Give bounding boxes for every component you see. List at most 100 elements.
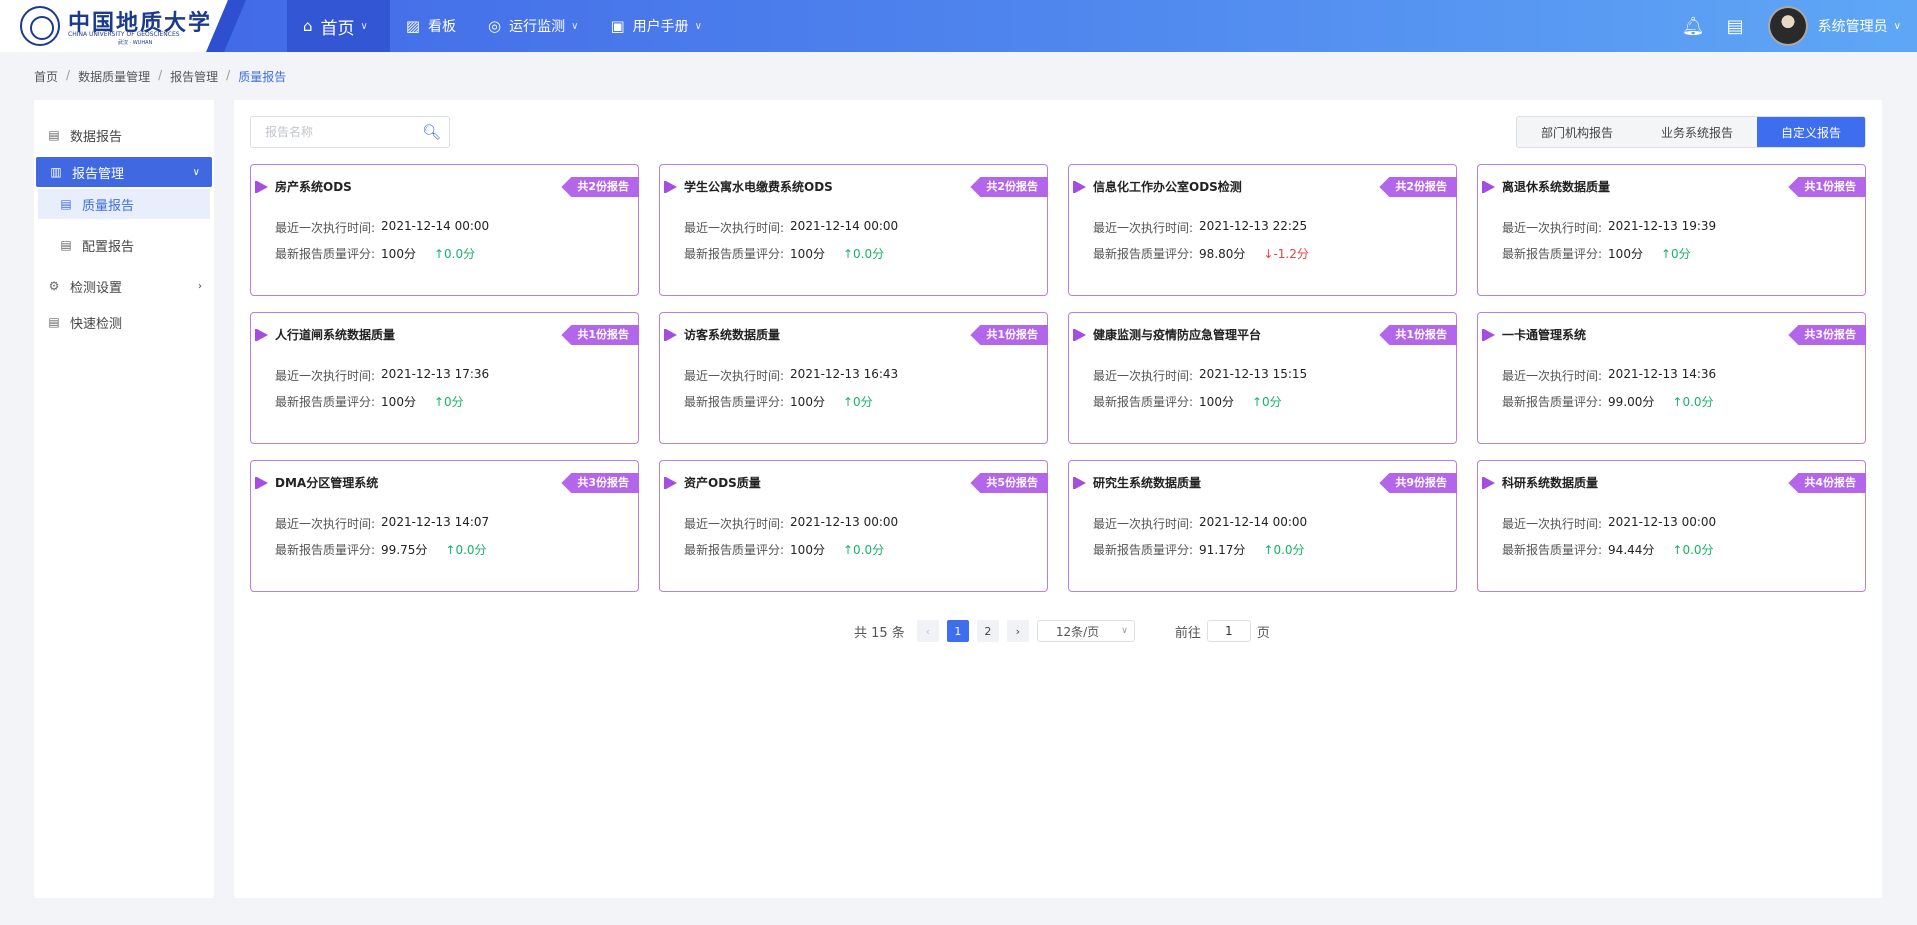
report-card[interactable]: 房产系统ODS 共2份报告 最近一次执行时间: 2021-12-14 00:00 最新报… bbox=[250, 164, 639, 296]
flag-icon bbox=[1073, 329, 1086, 341]
chevron-down-icon[interactable]: ∨ bbox=[1894, 21, 1901, 32]
tab-department-report[interactable]: 部门机构报告 bbox=[1516, 117, 1637, 147]
exec-time-value: 2021-12-14 00:00 bbox=[1199, 515, 1308, 529]
report-card[interactable]: 一卡通管理系统 共3份报告 最近一次执行时间: 2021-12-13 14:36 最新报… bbox=[1477, 312, 1866, 444]
score-row: 最新报告质量评分: 100分 ↑0.0分 bbox=[684, 245, 884, 262]
sidebar-item-label: 数据报告 bbox=[70, 129, 123, 145]
flag-icon bbox=[1073, 181, 1086, 193]
score-label: 最新报告质量评分: bbox=[684, 395, 785, 409]
tab-custom-report[interactable]: 自定义报告 bbox=[1756, 117, 1865, 147]
home-icon: ⌂ bbox=[303, 17, 313, 35]
score-label: 最新报告质量评分: bbox=[1093, 247, 1194, 261]
score-row: 最新报告质量评分: 100分 ↑0分 bbox=[1502, 245, 1691, 262]
score-label: 最新报告质量评分: bbox=[1093, 395, 1194, 409]
report-card-title: 一卡通管理系统 bbox=[1502, 328, 1587, 342]
report-card-title: 健康监测与疫情防应急管理平台 bbox=[1093, 328, 1262, 342]
score-label: 最新报告质量评分: bbox=[1093, 543, 1194, 557]
breadcrumb-home[interactable]: 首页 bbox=[34, 68, 58, 85]
exec-time-row: 最近一次执行时间: 2021-12-13 19:39 bbox=[1502, 219, 1716, 236]
nav-home[interactable]: ⌂ 首页 ∨ bbox=[287, 0, 390, 52]
sidebar-item-label: 快速检测 bbox=[70, 316, 123, 332]
score-row: 最新报告质量评分: 98.80分 ↓-1.2分 bbox=[1093, 245, 1309, 262]
report-count-badge: 共1份报告 bbox=[561, 325, 639, 345]
university-logo[interactable]: 中国地质大学 CHINA UNIVERSITY OF GEOSCIENCES 武… bbox=[0, 0, 228, 52]
report-card[interactable]: 学生公寓水电缴费系统ODS 共2份报告 最近一次执行时间: 2021-12-14 00… bbox=[659, 164, 1048, 296]
sidebar-item-quick-detection[interactable]: ▤ 快速检测 bbox=[34, 307, 214, 337]
arrow-up-icon: ↑ bbox=[433, 395, 445, 409]
score-change-value: 0分 bbox=[853, 395, 873, 409]
score-change: ↑0.0分 bbox=[445, 541, 486, 558]
sidebar-item-config-report[interactable]: ▤ 配置报告 bbox=[38, 230, 210, 260]
report-card-title: 资产ODS质量 bbox=[684, 476, 761, 490]
pagination-page-1[interactable]: 1 bbox=[946, 620, 969, 642]
sidebar-item-data-report[interactable]: ▤ 数据报告 bbox=[34, 120, 214, 150]
exec-time-label: 最近一次执行时间: bbox=[684, 517, 785, 531]
report-count-badge: 共3份报告 bbox=[561, 473, 639, 493]
top-header: 中国地质大学 CHINA UNIVERSITY OF GEOSCIENCES 武… bbox=[0, 0, 1917, 52]
report-card-title: 信息化工作办公室ODS检测 bbox=[1093, 180, 1242, 194]
bell-icon[interactable]: 🔔︎ bbox=[1682, 16, 1705, 37]
sidebar-item-report-management[interactable]: ▥ 报告管理 ∨ bbox=[36, 157, 212, 187]
chart-icon: ▨ bbox=[405, 17, 421, 35]
report-count-badge: 共1份报告 bbox=[1788, 177, 1866, 197]
breadcrumb-data-quality[interactable]: 数据质量管理 bbox=[78, 68, 150, 85]
report-card[interactable]: 信息化工作办公室ODS检测 共2份报告 最近一次执行时间: 2021-12-13 22… bbox=[1068, 164, 1457, 296]
report-count-badge: 共9份报告 bbox=[1379, 473, 1457, 493]
breadcrumb-report-management[interactable]: 报告管理 bbox=[170, 68, 218, 85]
report-card[interactable]: 访客系统数据质量 共1份报告 最近一次执行时间: 2021-12-13 16:43 最新… bbox=[659, 312, 1048, 444]
report-card[interactable]: 健康监测与疫情防应急管理平台 共1份报告 最近一次执行时间: 2021-12-13 1… bbox=[1068, 312, 1457, 444]
search-input[interactable] bbox=[251, 117, 411, 147]
score-label: 最新报告质量评分: bbox=[275, 543, 376, 557]
sidebar-item-detection-settings[interactable]: ⚙ 检测设置 › bbox=[34, 271, 214, 301]
page-size-select[interactable]: 12条/页 ∨ bbox=[1036, 620, 1135, 642]
nav-monitoring-label: 运行监测 bbox=[509, 19, 566, 35]
report-card[interactable]: 科研系统数据质量 共4份报告 最近一次执行时间: 2021-12-13 00:00 最新… bbox=[1477, 460, 1866, 592]
nav-dashboard-label: 看板 bbox=[428, 19, 457, 35]
report-card[interactable]: 离退休系统数据质量 共1份报告 最近一次执行时间: 2021-12-13 19:39 最… bbox=[1477, 164, 1866, 296]
exec-time-label: 最近一次执行时间: bbox=[1093, 221, 1194, 235]
flag-icon bbox=[1482, 329, 1495, 341]
clipboard-icon[interactable]: ▤ bbox=[1727, 16, 1744, 37]
score-change-value: 0分 bbox=[444, 395, 464, 409]
tab-business-system-report[interactable]: 业务系统报告 bbox=[1636, 117, 1757, 147]
pagination-page-2[interactable]: 2 bbox=[976, 620, 999, 642]
nav-dashboard[interactable]: ▨ 看板 bbox=[390, 0, 472, 52]
score-change-value: -1.2分 bbox=[1273, 247, 1309, 261]
pagination-goto-input[interactable]: 1 bbox=[1206, 620, 1251, 642]
arrow-up-icon: ↑ bbox=[445, 543, 456, 557]
arrow-up-icon: ↑ bbox=[1263, 543, 1274, 557]
chevron-down-icon: ∨ bbox=[1121, 626, 1128, 636]
search-icon[interactable]: 🔍︎ bbox=[422, 123, 441, 141]
flag-icon bbox=[664, 477, 677, 489]
report-count-badge: 共1份报告 bbox=[970, 325, 1048, 345]
flag-icon bbox=[255, 181, 268, 193]
exec-time-row: 最近一次执行时间: 2021-12-13 14:07 bbox=[275, 515, 489, 532]
score-change: ↑0.0分 bbox=[434, 245, 475, 262]
exec-time-label: 最近一次执行时间: bbox=[1502, 221, 1603, 235]
arrow-up-icon: ↑ bbox=[842, 543, 854, 557]
report-card[interactable]: 人行道闸系统数据质量 共1份报告 最近一次执行时间: 2021-12-13 17:36… bbox=[250, 312, 639, 444]
score-value: 100分 bbox=[790, 395, 825, 409]
nav-user-manual[interactable]: ▣ 用户手册 ∨ bbox=[594, 0, 718, 52]
pagination-jump: 前往 1 页 bbox=[1175, 620, 1270, 642]
user-name[interactable]: 系统管理员 bbox=[1818, 16, 1888, 36]
nav-monitoring[interactable]: ◎ 运行监测 ∨ bbox=[472, 0, 594, 52]
breadcrumb-separator: / bbox=[158, 68, 163, 82]
main-content: 🔍︎ 部门机构报告 业务系统报告 自定义报告 房产系统ODS 共2份报告最近一次执… bbox=[234, 100, 1882, 898]
score-row: 最新报告质量评分: 100分 ↑0分 bbox=[1093, 393, 1282, 410]
pagination-prev-button[interactable]: ‹ bbox=[916, 620, 939, 642]
score-label: 最新报告质量评分: bbox=[684, 543, 785, 557]
report-card[interactable]: 资产ODS质量 共5份报告 最近一次执行时间: 2021-12-13 00:00 最新报… bbox=[659, 460, 1048, 592]
avatar[interactable] bbox=[1767, 6, 1808, 46]
report-card[interactable]: DMA分区管理系统 共3份报告 最近一次执行时间: 2021-12-13 14:07 最… bbox=[250, 460, 639, 592]
pagination-next-button[interactable]: › bbox=[1006, 620, 1029, 642]
exec-time-row: 最近一次执行时间: 2021-12-14 00:00 bbox=[684, 219, 898, 236]
score-value: 99.75分 bbox=[381, 543, 428, 557]
exec-time-value: 2021-12-13 19:39 bbox=[1608, 219, 1717, 233]
score-change-value: 0.0分 bbox=[444, 247, 476, 261]
score-row: 最新报告质量评分: 100分 ↑0.0分 bbox=[275, 245, 475, 262]
report-card[interactable]: 研究生系统数据质量 共9份报告 最近一次执行时间: 2021-12-14 00:00 最… bbox=[1068, 460, 1457, 592]
score-change: ↑0分 bbox=[1252, 393, 1282, 410]
exec-time-label: 最近一次执行时间: bbox=[1502, 517, 1603, 531]
sidebar-item-quality-report[interactable]: ▤ 质量报告 bbox=[38, 189, 210, 219]
